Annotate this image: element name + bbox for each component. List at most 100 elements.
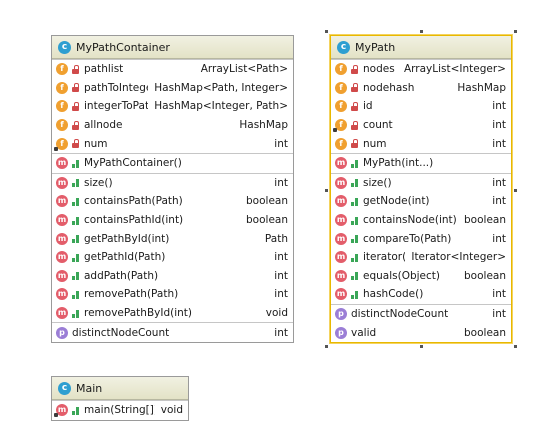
method-row[interactable]: m getPathId(Path) int xyxy=(52,248,293,267)
resize-handle[interactable] xyxy=(420,345,423,348)
member-name: iterator() xyxy=(363,251,405,264)
member-type: int xyxy=(274,251,288,264)
class-header[interactable]: c MyPath xyxy=(331,36,511,59)
member-section: m size() int m containsPath(Path) boolean m con… xyxy=(52,172,293,323)
lock-icon xyxy=(71,139,80,149)
member-type: int xyxy=(492,195,506,208)
lock-icon xyxy=(350,139,359,149)
public-access-icon xyxy=(350,253,359,262)
member-type: Path xyxy=(264,232,288,245)
lock-icon xyxy=(350,120,359,130)
member-name: hashCode() xyxy=(363,288,424,301)
member-name: nodehash xyxy=(363,81,415,94)
field-row[interactable]: f count int xyxy=(331,116,511,135)
member-name: valid xyxy=(351,326,377,339)
field-row[interactable]: f num int xyxy=(331,134,511,153)
member-name: distinctNodeCount xyxy=(72,326,170,339)
member-type: boolean xyxy=(246,195,288,208)
resize-handle[interactable] xyxy=(325,345,328,348)
member-type: int xyxy=(492,288,506,301)
method-row[interactable]: m removePathById(int) void xyxy=(52,304,293,323)
method-row[interactable]: m size() int xyxy=(52,174,293,193)
method-row[interactable]: m size() int xyxy=(331,174,511,193)
member-type: void xyxy=(265,307,288,320)
method-row[interactable]: m removePath(Path) int xyxy=(52,285,293,304)
property-row[interactable]: p valid boolean xyxy=(331,323,511,342)
member-type: boolean xyxy=(464,214,506,227)
public-access-icon xyxy=(350,178,359,188)
public-access-icon xyxy=(71,197,80,206)
member-name: id xyxy=(363,100,373,113)
method-row[interactable]: m MyPathContainer() xyxy=(52,154,293,173)
method-row[interactable]: m equals(Object) boolean xyxy=(331,267,511,286)
field-icon: f xyxy=(56,119,68,132)
field-row[interactable]: f num int xyxy=(52,134,293,153)
member-section: p distinctNodeCount int p valid boolean xyxy=(331,303,511,342)
method-row[interactable]: m containsPath(Path) boolean xyxy=(52,192,293,211)
member-name: removePathById(int) xyxy=(84,307,192,320)
class-title: MyPath xyxy=(355,40,396,54)
field-row[interactable]: f id int xyxy=(331,97,511,116)
field-icon: f xyxy=(56,63,68,76)
field-row[interactable]: f nodehash HashMap xyxy=(331,79,511,98)
class-box-main[interactable]: c Main m main(String[]) void xyxy=(51,376,189,421)
field-row[interactable]: f integerToPath HashMap<Integer, Path> xyxy=(52,97,293,116)
member-type: int xyxy=(492,137,506,150)
method-icon: m xyxy=(335,176,347,189)
property-icon: p xyxy=(335,308,347,321)
method-row[interactable]: m MyPath(int...) xyxy=(331,154,511,173)
resize-handle[interactable] xyxy=(514,30,517,33)
property-row[interactable]: p distinctNodeCount int xyxy=(52,323,293,342)
member-type: int xyxy=(274,176,288,189)
method-icon: m xyxy=(335,251,347,264)
field-row[interactable]: f allnode HashMap xyxy=(52,116,293,135)
resize-handle[interactable] xyxy=(420,30,423,33)
class-header[interactable]: c Main xyxy=(52,377,188,400)
method-row[interactable]: m getPathById(int) Path xyxy=(52,229,293,248)
member-type: int xyxy=(492,100,506,113)
method-row[interactable]: m getNode(int) int xyxy=(331,192,511,211)
class-box-mypathcontainer[interactable]: c MyPathContainer f pathlist ArrayList<Path>… xyxy=(51,35,294,343)
member-name: containsPath(Path) xyxy=(84,195,183,208)
method-row[interactable]: m iterator() Iterator<Integer> xyxy=(331,248,511,267)
member-name: size() xyxy=(363,176,392,189)
lock-icon xyxy=(350,83,359,93)
method-row[interactable]: m compareTo(Path) int xyxy=(331,229,511,248)
lock-icon xyxy=(71,101,80,111)
member-section: m size() int m getNode(int) int m containsNode(… xyxy=(331,172,511,304)
public-access-icon xyxy=(71,271,80,281)
method-row[interactable]: m hashCode() int xyxy=(331,285,511,304)
member-type: HashMap<Path, Integer> xyxy=(154,81,288,94)
member-type: HashMap xyxy=(457,81,506,94)
resize-handle[interactable] xyxy=(325,189,328,192)
method-row[interactable]: m main(String[]) void xyxy=(52,401,188,420)
field-row[interactable]: f pathToInteger HashMap<Path, Integer> xyxy=(52,79,293,98)
field-icon: f xyxy=(54,137,68,151)
lock-icon xyxy=(350,64,359,74)
method-row[interactable]: m containsNode(int) boolean xyxy=(331,211,511,230)
member-type: int xyxy=(274,288,288,301)
class-box-mypath[interactable]: c MyPath f nodes ArrayList<Integer> f nodehash… xyxy=(330,35,512,343)
resize-handle[interactable] xyxy=(514,345,517,348)
member-name: pathToInteger xyxy=(84,81,148,94)
lock-icon xyxy=(71,64,80,74)
property-row[interactable]: p distinctNodeCount int xyxy=(331,305,511,324)
class-header[interactable]: c MyPathContainer xyxy=(52,36,293,59)
member-name: MyPath(int...) xyxy=(363,157,434,170)
field-icon: f xyxy=(335,100,347,113)
field-row[interactable]: f nodes ArrayList<Integer> xyxy=(331,60,511,79)
public-access-icon xyxy=(350,216,359,225)
member-name: allnode xyxy=(84,119,123,132)
public-access-icon xyxy=(350,197,359,206)
method-row[interactable]: m addPath(Path) int xyxy=(52,267,293,286)
method-icon: m xyxy=(56,269,68,282)
resize-handle[interactable] xyxy=(325,30,328,33)
member-name: getPathById(int) xyxy=(84,232,170,245)
field-row[interactable]: f pathlist ArrayList<Path> xyxy=(52,60,293,79)
method-icon: m xyxy=(54,404,68,418)
member-name: getPathId(Path) xyxy=(84,251,166,264)
resize-handle[interactable] xyxy=(514,189,517,192)
class-title: Main xyxy=(76,381,103,395)
method-row[interactable]: m containsPathId(int) boolean xyxy=(52,211,293,230)
member-name: main(String[]) xyxy=(84,404,155,417)
